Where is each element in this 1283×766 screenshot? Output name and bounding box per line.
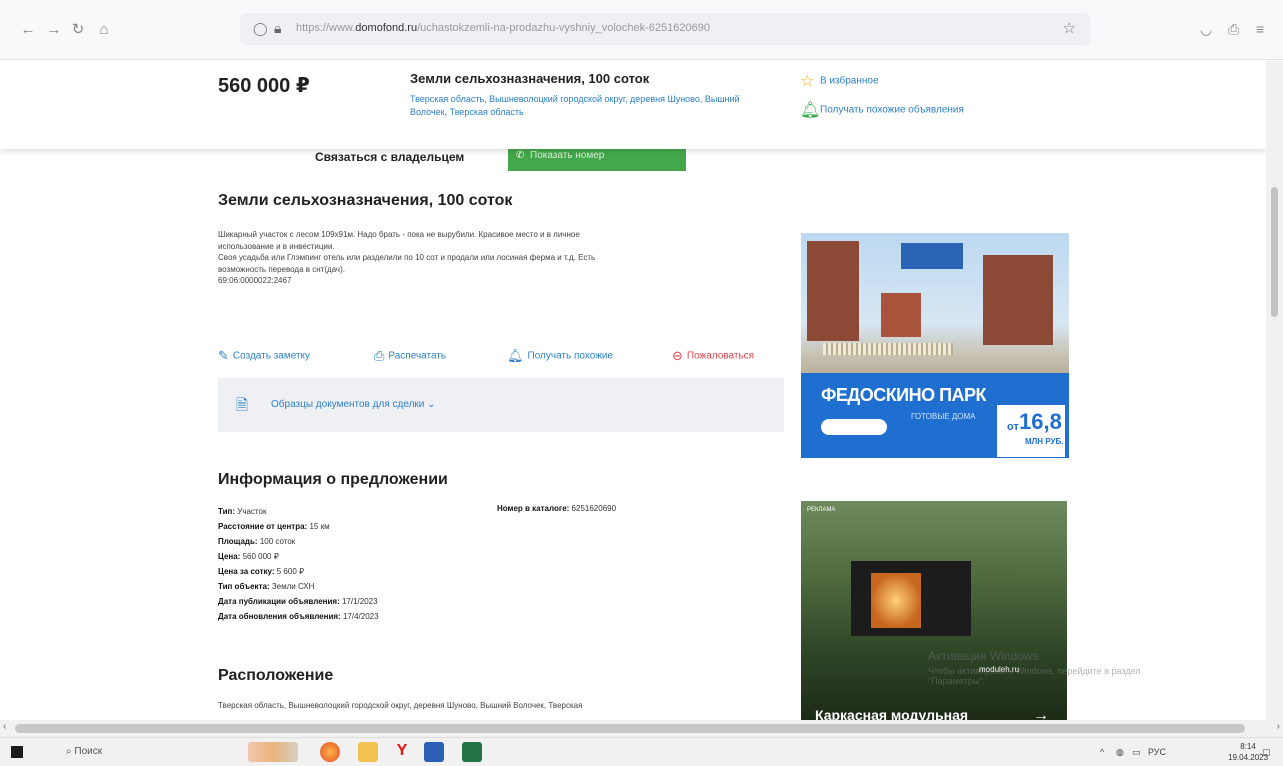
print-button[interactable]: ⎙ Распечатать: [374, 348, 446, 364]
location-heading: Расположение: [218, 667, 334, 684]
ad1-subtitle: ГОТОВЫЕ ДОМА: [911, 412, 976, 421]
favorites-link[interactable]: ☆ В избранное: [800, 71, 879, 91]
sticky-header: 560 000 ₽ Земли сельхозназначения, 100 с…: [0, 61, 1266, 149]
report-icon: ⊖: [672, 348, 683, 363]
catalog-number: Номер в каталоге: 6251620690: [497, 504, 617, 513]
bell-icon: 🔔︎: [507, 348, 524, 363]
printer-icon: ⎙: [374, 348, 385, 363]
listing-title: Земли сельхозназначения, 100 соток: [218, 192, 513, 209]
scroll-left-icon[interactable]: ‹: [3, 721, 6, 732]
tray-network-icon[interactable]: ◍: [1116, 747, 1124, 758]
ad1-brand: ФЕДОСКИНО ПАРК: [821, 385, 987, 405]
similar-ads-link[interactable]: 🔔︎Получать похожие объявления: [800, 100, 964, 120]
windows-taskbar: ⌕ Поиск Y ^ ◍ ▭ РУС 8:14 19.04.2023 ▢: [0, 737, 1283, 766]
info-row: Дата обновления объявления: 17/4/2023: [218, 612, 379, 621]
extensions-icon[interactable]: ⎙: [1228, 21, 1239, 38]
yandex-browser-icon[interactable]: Y: [392, 742, 412, 762]
info-list: Тип: Участок Расстояние от центра: 15 км…: [218, 504, 379, 624]
url-text[interactable]: https://www.domofond.ru/uchastokzemli-na…: [296, 22, 710, 34]
firefox-icon[interactable]: [320, 742, 340, 762]
star-icon: ☆: [800, 73, 815, 90]
contact-owner-label: Связаться с владельцем: [315, 150, 465, 164]
scroll-right-icon[interactable]: ›: [1277, 721, 1280, 732]
listing-description: Шикарный участок с лесом 109х91м. Надо б…: [218, 230, 596, 285]
ad2-title: Каркасная модульная: [815, 707, 969, 720]
docs-samples-dropdown[interactable]: 🗎︎ Образцы документов для сделки ⌄: [218, 378, 784, 432]
taskbar-search[interactable]: ⌕ Поиск: [66, 746, 102, 757]
ad-logo-sign: [901, 243, 963, 269]
windows-start-icon[interactable]: [11, 746, 23, 758]
info-row: Тип: Участок: [218, 507, 267, 516]
info-row: Цена за сотку: 5 600 ₽: [218, 567, 305, 576]
info-row: Цена: 560 000 ₽: [218, 552, 279, 561]
windows-activation-text: Чтобы активировать Windows, перейдите в …: [928, 666, 1141, 686]
word-icon[interactable]: [424, 742, 444, 762]
tray-language[interactable]: РУС: [1148, 747, 1166, 757]
back-arrow-icon[interactable]: ←: [20, 22, 36, 38]
ad1-cta-button[interactable]: [821, 419, 887, 435]
ad1-price-badge: от 16,8 МЛН РУБ.: [997, 405, 1065, 457]
info-row: Дата публикации объявления: 17/1/2023: [218, 597, 378, 606]
ad-banner-modular[interactable]: РЕКЛАМА moduleh.ru Каркасная модульная →: [801, 501, 1067, 720]
location-text: Тверская область, Вышневолоцкий городско…: [218, 701, 583, 710]
tray-display-icon[interactable]: ▭: [1132, 747, 1141, 758]
excel-icon[interactable]: [462, 742, 482, 762]
tray-chevron-up-icon[interactable]: ^: [1100, 747, 1104, 757]
tracking-shield-icon[interactable]: ◯: [253, 21, 268, 37]
document-icon: 🗎︎: [236, 397, 249, 414]
sticky-price: 560 000 ₽: [218, 75, 310, 97]
windows-activation-watermark: Активация Windows: [928, 649, 1039, 663]
chevron-down-icon: ⌄: [427, 399, 436, 410]
sticky-address-link[interactable]: Тверская область, Вышневолоцкий городско…: [410, 93, 760, 119]
forward-arrow-icon[interactable]: →: [46, 22, 62, 38]
lock-icon[interactable]: 🔒︎: [274, 20, 281, 37]
notifications-icon[interactable]: ▢: [1262, 747, 1271, 758]
menu-icon[interactable]: ≡: [1256, 21, 1264, 37]
pencil-icon: ✎: [218, 348, 229, 363]
bell-icon: 🔔︎: [800, 102, 821, 119]
page-viewport: 560 000 ₽ Земли сельхозназначения, 100 с…: [0, 61, 1266, 720]
info-heading: Информация о предложении: [218, 471, 448, 488]
ad-banner-fedoskino[interactable]: ФЕДОСКИНО ПАРК ГОТОВЫЕ ДОМА от 16,8 МЛН …: [801, 233, 1069, 458]
horizontal-scrollbar[interactable]: ‹ ›: [0, 720, 1283, 737]
info-row: Площадь: 100 соток: [218, 537, 296, 546]
browser-toolbar: ← → ↻ ⌂ ◯ 🔒︎ https://www.domofond.ru/uch…: [0, 0, 1283, 60]
search-icon: ⌕: [66, 746, 72, 757]
taskbar-widget-icon[interactable]: [248, 742, 298, 762]
address-bar[interactable]: ◯ 🔒︎ https://www.domofond.ru/uchastokzem…: [240, 13, 1090, 45]
bookmark-star-icon[interactable]: ☆: [1063, 19, 1076, 37]
home-icon[interactable]: ⌂: [96, 22, 112, 38]
file-explorer-icon[interactable]: [358, 742, 378, 762]
report-button[interactable]: ⊖ Пожаловаться: [672, 348, 754, 364]
vertical-scrollbar[interactable]: [1266, 61, 1283, 720]
create-note-button[interactable]: ✎ Создать заметку: [218, 348, 310, 364]
pocket-icon[interactable]: ◡: [1200, 21, 1212, 38]
reload-icon[interactable]: ↻: [70, 22, 86, 38]
info-row: Тип объекта: Земли СХН: [218, 582, 315, 591]
info-row: Расстояние от центра: 15 км: [218, 522, 330, 531]
arrow-right-icon: →: [1033, 707, 1049, 720]
sticky-title: Земли сельхозназначения, 100 соток: [410, 71, 650, 86]
get-similar-button[interactable]: 🔔︎ Получать похожие: [507, 348, 613, 364]
ad2-badge: РЕКЛАМА: [807, 507, 836, 513]
